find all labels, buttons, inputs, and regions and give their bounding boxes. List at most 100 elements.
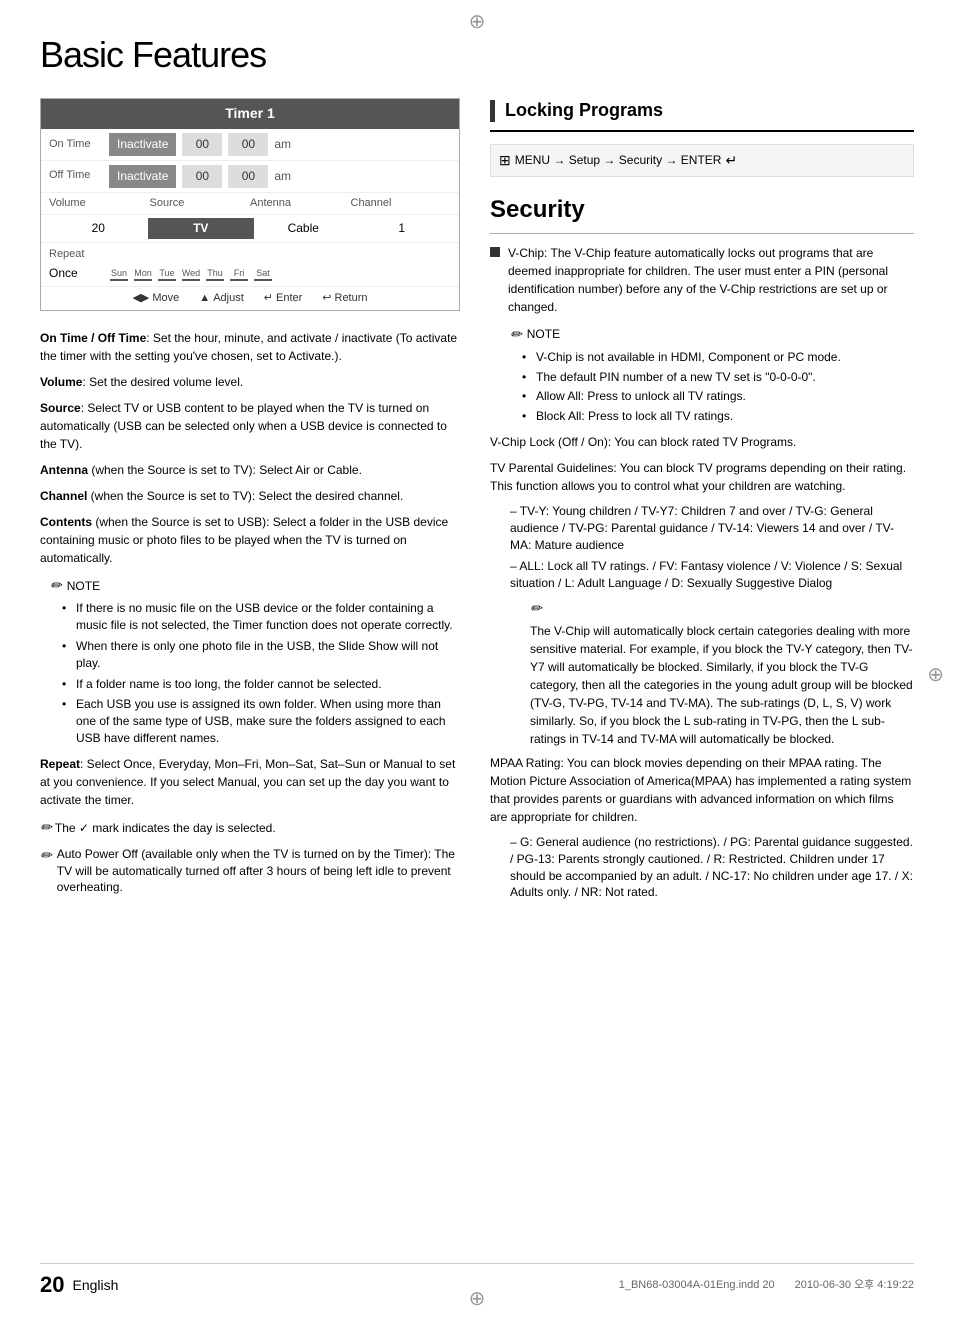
vchip-desc: : The V-Chip feature automatically locks… xyxy=(508,246,888,314)
contents-text: (when the Source is set to USB): Select … xyxy=(40,515,448,565)
section-bar-icon xyxy=(490,100,495,122)
repeat-value: Once xyxy=(49,265,104,282)
note-pencil-icon: ✏ xyxy=(50,575,62,596)
vchip-auto-text: The V-Chip will automatically block cert… xyxy=(530,624,913,746)
day-boxes: Sun Mon Tue xyxy=(108,267,274,281)
page-title: Basic Features xyxy=(40,30,914,80)
source-value: TV xyxy=(148,218,255,239)
page-language: English xyxy=(72,1276,118,1296)
checkmark-pencil-icon: ✏ xyxy=(40,819,52,835)
vchip-lock-text: : You can block rated TV Programs. xyxy=(608,435,797,449)
vchip-note-list: V-Chip is not available in HDMI, Compone… xyxy=(510,349,914,425)
source-text: : Select TV or USB content to be played … xyxy=(40,401,447,451)
day-fri: Fri xyxy=(228,267,250,281)
date-info: 2010-06-30 오후 4:19:22 xyxy=(795,1278,914,1293)
vchip-note-header: ✏ NOTE xyxy=(510,324,914,345)
antenna-text: (when the Source is set to TV): Select A… xyxy=(88,463,362,477)
left-note-section: ✏ NOTE If there is no music file on the … xyxy=(40,575,460,746)
main-content: Timer 1 On Time Inactivate 00 00 am Off … xyxy=(40,98,914,906)
adjust-icon: ▲ xyxy=(199,291,210,306)
left-note-list: If there is no music file on the USB dev… xyxy=(50,600,460,746)
off-time-label: Off Time xyxy=(49,168,109,183)
on-time-content: Inactivate 00 00 am xyxy=(109,133,451,156)
off-time-row: Off Time Inactivate 00 00 am xyxy=(41,161,459,193)
vchip-note-2: The default PIN number of a new TV set i… xyxy=(522,369,914,386)
vchip-note-4: Block All: Press to lock all TV ratings. xyxy=(522,408,914,425)
day-sun: Sun xyxy=(108,267,130,281)
channel-text: (when the Source is set to TV): Select t… xyxy=(87,489,403,503)
day-sat: Sat xyxy=(252,267,274,281)
off-time-hour: 00 xyxy=(182,165,222,188)
antenna-value: Cable xyxy=(254,220,353,237)
timer-col-values: 20 TV Cable 1 xyxy=(41,215,459,243)
vchip-text: V-Chip: The V-Chip feature automatically… xyxy=(508,244,914,316)
vchip-auto-icon: ✏ xyxy=(530,598,542,619)
nav-return: ↩ Return xyxy=(322,291,367,306)
antenna-term: Antenna xyxy=(40,463,88,477)
volume-term: Volume xyxy=(40,375,82,389)
vchip-auto-note-header: ✏ xyxy=(530,598,914,619)
checkmark-text: The ✓ mark indicates the day is selected… xyxy=(55,821,276,835)
note-item-3: If a folder name is too long, the folder… xyxy=(62,676,460,693)
para-volume: Volume: Set the desired volume level. xyxy=(40,373,460,391)
enter-arrow-icon: ↵ xyxy=(725,151,737,171)
auto-power-text: Auto Power Off (available only when the … xyxy=(57,846,460,896)
vchip-bullet-icon xyxy=(490,247,500,257)
nav-move: ◀▶ Move xyxy=(132,291,179,306)
para-repeat: Repeat: Select Once, Everyday, Mon–Fri, … xyxy=(40,755,460,809)
timer-col-headers: Volume Source Antenna Channel xyxy=(41,193,459,215)
para-contents: Contents (when the Source is set to USB)… xyxy=(40,513,460,567)
day-thu: Thu xyxy=(204,267,226,281)
day-mon: Mon xyxy=(132,267,154,281)
timer-title: Timer 1 xyxy=(41,99,459,129)
repeat-section: Repeat Once Sun Mon xyxy=(41,243,459,287)
menu-path-text: MENU → Setup → Security → ENTER xyxy=(515,152,722,169)
off-time-min: 00 xyxy=(228,165,268,188)
off-time-content: Inactivate 00 00 am xyxy=(109,165,451,188)
enter-icon: ↵ xyxy=(264,291,273,306)
mpaa-para: MPAA Rating: You can block movies depend… xyxy=(490,754,914,826)
on-time-ampm: am xyxy=(274,136,291,153)
channel-term: Channel xyxy=(40,489,87,503)
source-term: Source xyxy=(40,401,81,415)
bottom-crosshair-icon: ⊕ xyxy=(469,1285,486,1313)
on-time-hour: 00 xyxy=(182,133,222,156)
tv-parental-para: TV Parental Guidelines: You can block TV… xyxy=(490,459,914,495)
security-title: Security xyxy=(490,193,914,234)
tv-dash-1: TV-Y: Young children / TV-Y7: Children 7… xyxy=(490,503,914,553)
auto-power-pencil-icon: ✏ xyxy=(40,846,52,896)
file-info: 1_BN68-03004A-01Eng.indd 20 xyxy=(619,1278,775,1293)
on-time-field[interactable]: Inactivate xyxy=(109,133,176,156)
note-item-2: When there is only one photo file in the… xyxy=(62,638,460,672)
right-crosshair-icon: ⊕ xyxy=(927,661,944,689)
note-item-4: Each USB you use is assigned its own fol… xyxy=(62,696,460,746)
repeat-text: : Select Once, Everyday, Mon–Fri, Mon–Sa… xyxy=(40,757,455,807)
on-time-row: On Time Inactivate 00 00 am xyxy=(41,129,459,161)
nav-enter: ↵ Enter xyxy=(264,291,303,306)
vchip-term: V-Chip xyxy=(508,246,544,260)
vchip-lock-para: V-Chip Lock (Off / On): You can block ra… xyxy=(490,433,914,451)
auto-power-note: ✏ Auto Power Off (available only when th… xyxy=(40,846,460,896)
vchip-bullet-item: V-Chip: The V-Chip feature automatically… xyxy=(490,244,914,316)
para-on-off-time: On Time / Off Time: Set the hour, minute… xyxy=(40,329,460,365)
volume-value: 20 xyxy=(49,220,148,237)
day-wed: Wed xyxy=(180,267,202,281)
day-tue: Tue xyxy=(156,267,178,281)
vchip-auto-note: ✏ The V-Chip will automatically block ce… xyxy=(520,598,914,748)
left-note-label: NOTE xyxy=(67,577,100,595)
nav-adjust: ▲ Adjust xyxy=(199,291,243,306)
volume-text: : Set the desired volume level. xyxy=(82,375,243,389)
vchip-note: ✏ NOTE V-Chip is not available in HDMI, … xyxy=(510,324,914,425)
checkmark-note: ✏ The ✓ mark indicates the day is select… xyxy=(40,817,460,838)
right-column: Locking Programs ⊞ MENU → Setup → Securi… xyxy=(490,98,914,906)
channel-header: Channel xyxy=(351,196,452,211)
volume-header: Volume xyxy=(49,196,150,211)
vchip-note-icon: ✏ xyxy=(510,324,522,345)
off-time-field[interactable]: Inactivate xyxy=(109,165,176,188)
on-time-min: 00 xyxy=(228,133,268,156)
para-source: Source: Select TV or USB content to be p… xyxy=(40,399,460,453)
left-text-content: On Time / Off Time: Set the hour, minute… xyxy=(40,329,460,896)
right-text-content: V-Chip: The V-Chip feature automatically… xyxy=(490,244,914,901)
timer-box: Timer 1 On Time Inactivate 00 00 am Off … xyxy=(40,98,460,311)
para-antenna: Antenna (when the Source is set to TV): … xyxy=(40,461,460,479)
